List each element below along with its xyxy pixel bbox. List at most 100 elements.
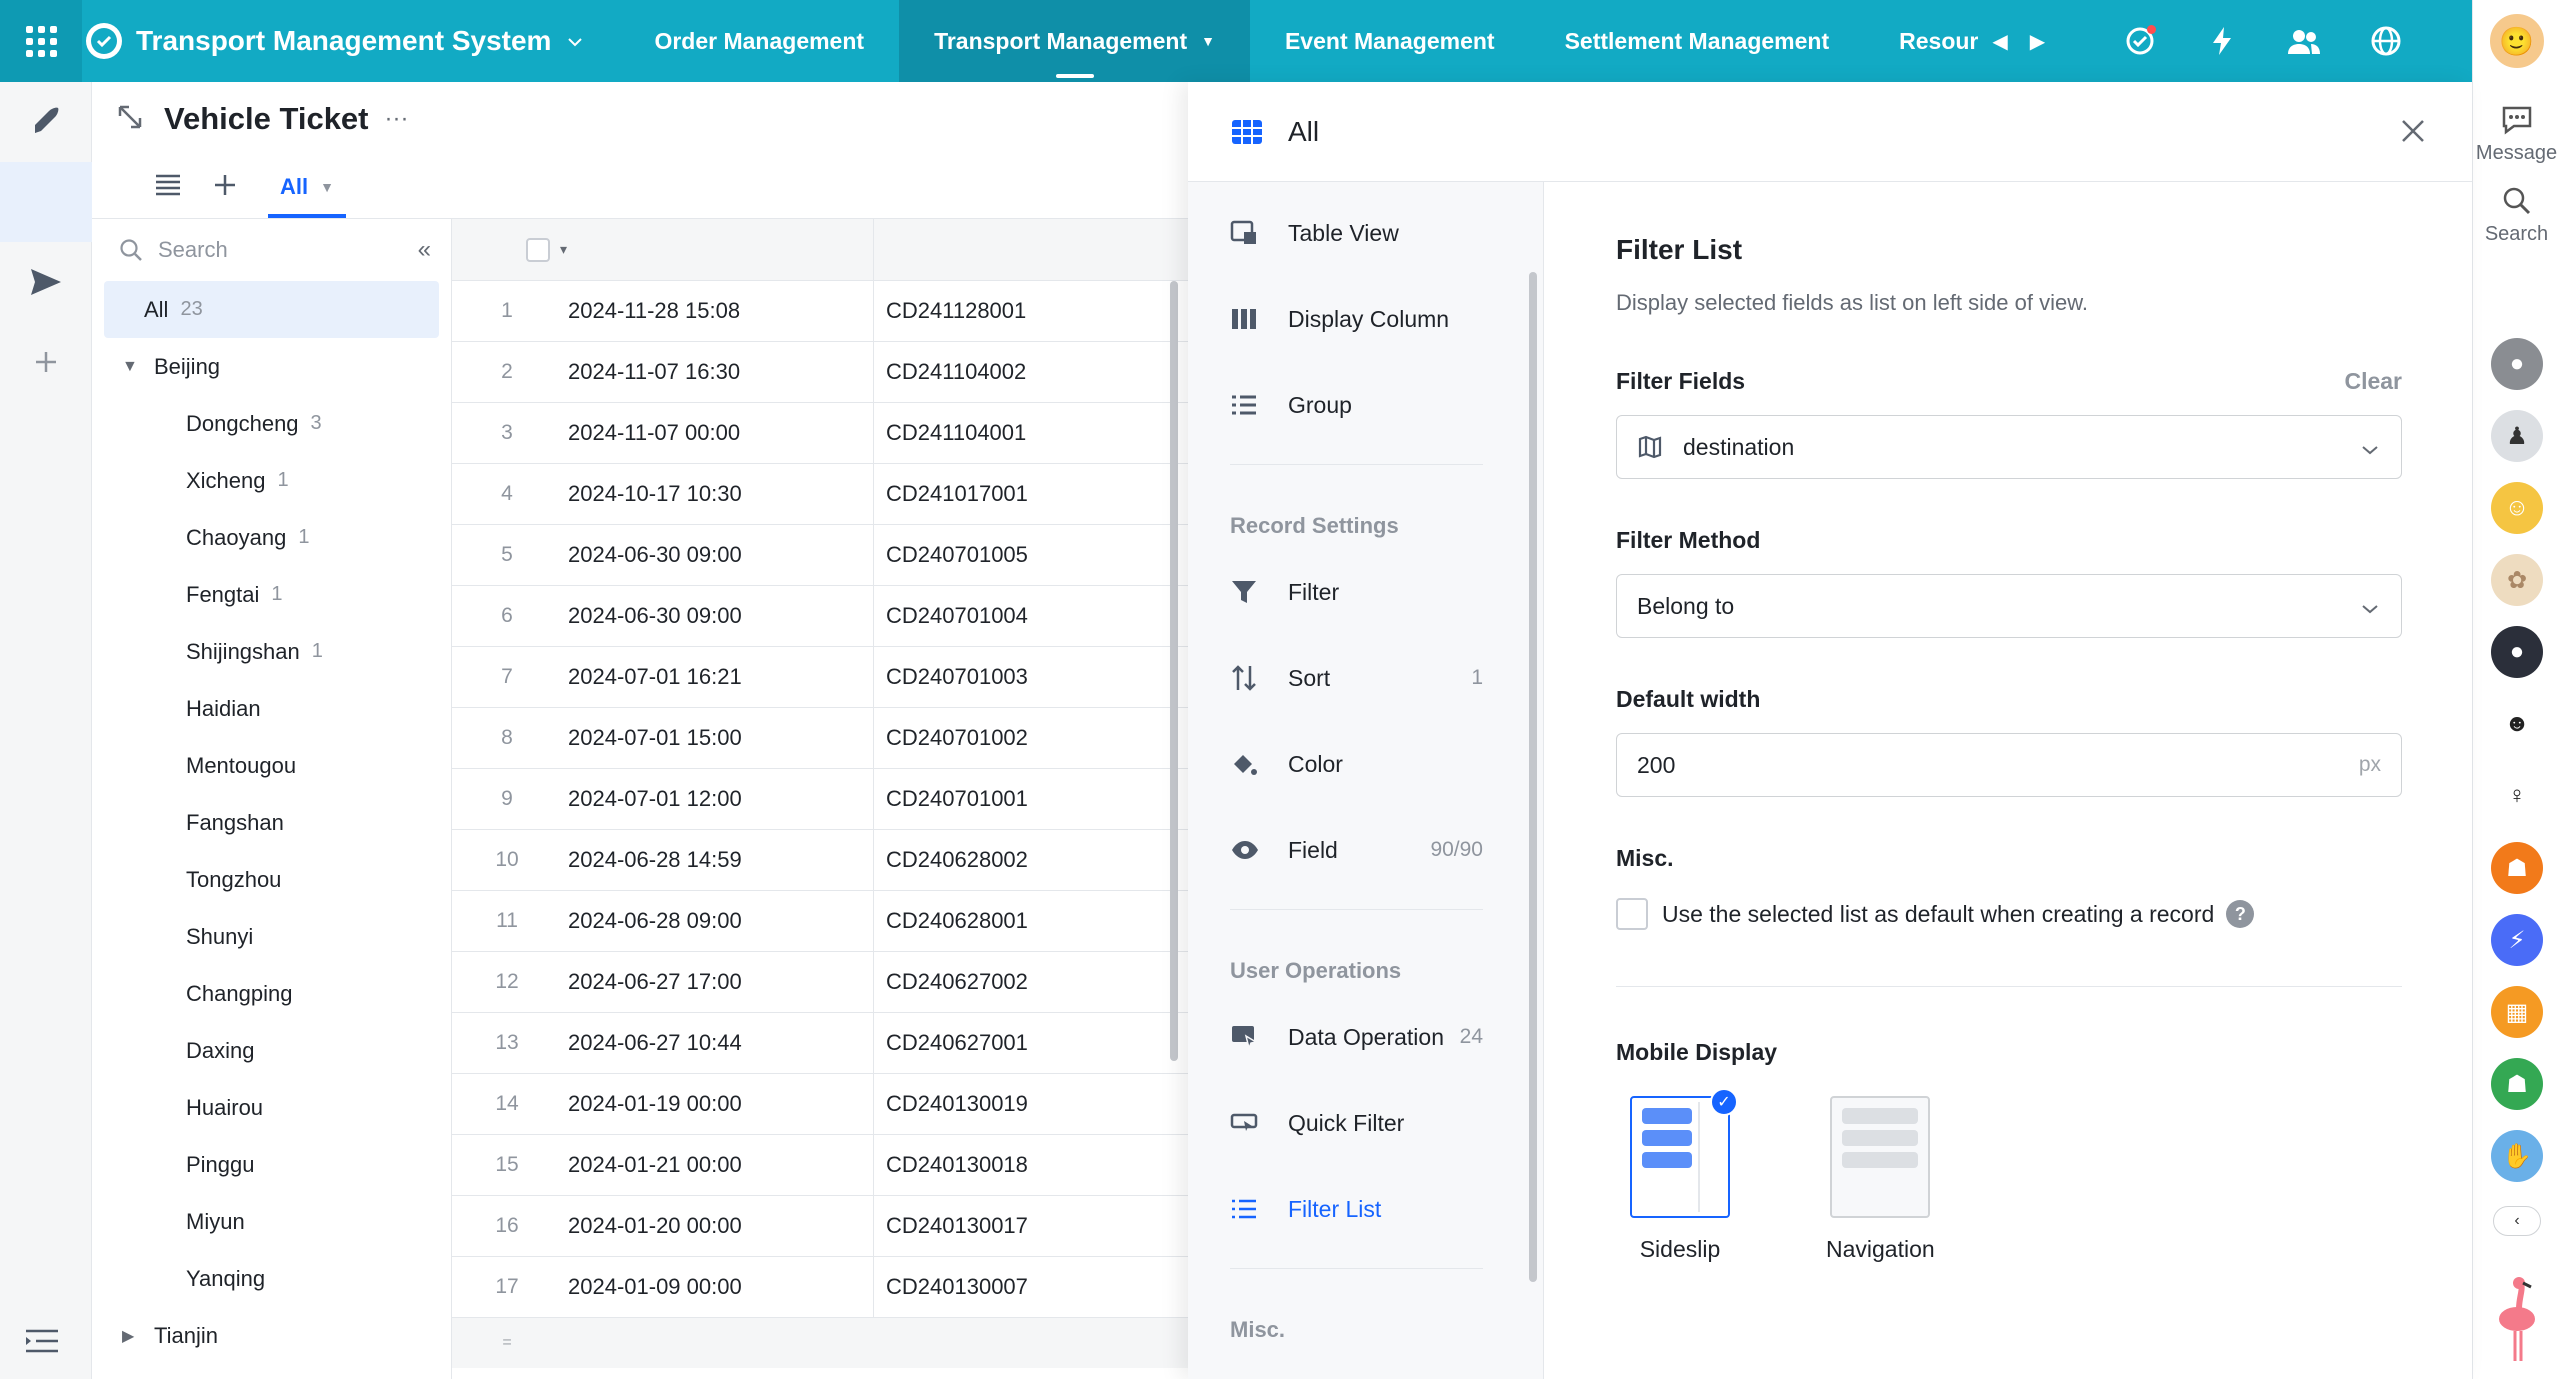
- tree-item[interactable]: Changping: [92, 965, 451, 1022]
- tree-item[interactable]: Haidian: [92, 680, 451, 737]
- tree-item[interactable]: Shunyi: [92, 908, 451, 965]
- selected-nav-slot[interactable]: [0, 162, 92, 242]
- tree-item[interactable]: Tongzhou: [92, 851, 451, 908]
- filter-method-select[interactable]: Belong to: [1616, 574, 2402, 638]
- mobile-option-sideslip[interactable]: ✓ Sideslip: [1630, 1088, 1738, 1263]
- caret-right-icon[interactable]: ▶: [2030, 29, 2045, 54]
- summary-icon[interactable]: =: [452, 1334, 562, 1352]
- app-avatar[interactable]: ●: [2491, 626, 2543, 678]
- nav-filter[interactable]: Filter: [1188, 549, 1543, 635]
- nav-quick-filter[interactable]: Quick Filter: [1188, 1080, 1543, 1166]
- tree-item[interactable]: Pinggu: [92, 1136, 451, 1193]
- tree-group-tianjin[interactable]: ▶ Tianjin: [92, 1307, 451, 1364]
- app-launcher-button[interactable]: [0, 0, 82, 82]
- table-row[interactable]: 4 2024-10-17 10:30 CD241017001: [452, 464, 1188, 525]
- rocket-nav-button[interactable]: [0, 82, 92, 162]
- table-row[interactable]: 10 2024-06-28 14:59 CD240628002: [452, 830, 1188, 891]
- table-row[interactable]: 2 2024-11-07 16:30 CD241104002: [452, 342, 1188, 403]
- app-avatar[interactable]: ✋: [2491, 1130, 2543, 1182]
- caret-left-icon[interactable]: ◀: [1992, 29, 2007, 54]
- table-row[interactable]: 15 2024-01-21 00:00 CD240130018: [452, 1135, 1188, 1196]
- add-nav-button[interactable]: [0, 322, 92, 402]
- tree-item[interactable]: Miyun: [92, 1193, 451, 1250]
- table-row[interactable]: 17 2024-01-09 00:00 CD240130007: [452, 1257, 1188, 1318]
- tree-group-beijing[interactable]: ▼ Beijing: [92, 338, 451, 395]
- tree-item[interactable]: Shijingshan 1: [92, 623, 451, 680]
- grid-app-icon[interactable]: ▦: [2491, 986, 2543, 1038]
- table-row[interactable]: 3 2024-11-07 00:00 CD241104001: [452, 403, 1188, 464]
- nav-data-operation[interactable]: Data Operation 24: [1188, 994, 1543, 1080]
- tab-all[interactable]: All ▼: [268, 156, 346, 218]
- group-app-icon[interactable]: ☗: [2491, 842, 2543, 894]
- tree-item[interactable]: Fengtai 1: [92, 566, 451, 623]
- app-avatar[interactable]: ♀: [2491, 770, 2543, 822]
- caret-down-icon[interactable]: ▼: [122, 358, 154, 376]
- table-row[interactable]: 14 2024-01-19 00:00 CD240130019: [452, 1074, 1188, 1135]
- mobile-option-navigation[interactable]: Navigation: [1826, 1096, 1935, 1263]
- app-switcher[interactable]: Transport Management System: [82, 0, 583, 82]
- nav-sort[interactable]: Sort 1: [1188, 635, 1543, 721]
- tree-item-all[interactable]: All 23: [104, 281, 439, 338]
- nav-settlement-management[interactable]: Settlement Management: [1530, 0, 1865, 82]
- chevron-down-icon[interactable]: ▾: [560, 241, 567, 258]
- add-view-icon[interactable]: [212, 172, 238, 203]
- rail-collapse-button[interactable]: ‹: [2493, 1206, 2541, 1236]
- nav-display-column[interactable]: Display Column: [1188, 276, 1543, 362]
- table-scrollbar[interactable]: [1170, 281, 1178, 1061]
- panel-nav-scrollbar[interactable]: [1529, 272, 1537, 1282]
- collapse-left-icon[interactable]: «: [418, 236, 431, 264]
- tree-item[interactable]: Mentougou: [92, 737, 451, 794]
- table-row[interactable]: 9 2024-07-01 12:00 CD240701001: [452, 769, 1188, 830]
- task-check-icon[interactable]: [2122, 23, 2158, 59]
- tree-search[interactable]: Search «: [92, 219, 451, 281]
- tree-item[interactable]: Chaoyang 1: [92, 509, 451, 566]
- tree-item[interactable]: Daxing: [92, 1022, 451, 1079]
- help-icon[interactable]: ?: [2226, 900, 2255, 928]
- column-header[interactable]: [874, 219, 1188, 280]
- nav-color[interactable]: Color: [1188, 721, 1543, 807]
- lightning-icon[interactable]: [2204, 23, 2240, 59]
- table-row[interactable]: 7 2024-07-01 16:21 CD240701003: [452, 647, 1188, 708]
- nav-order-management[interactable]: Order Management: [619, 0, 899, 82]
- globe-icon[interactable]: [2368, 23, 2404, 59]
- user-avatar[interactable]: 🙂: [2486, 11, 2547, 71]
- default-width-input[interactable]: 200 px: [1616, 733, 2402, 797]
- table-row[interactable]: 11 2024-06-28 09:00 CD240628001: [452, 891, 1188, 952]
- message-button[interactable]: Message: [2473, 104, 2560, 165]
- app-avatar[interactable]: ☺: [2491, 482, 2543, 534]
- caret-down-icon[interactable]: ▼: [320, 179, 334, 195]
- tree-item[interactable]: Dongcheng 3: [92, 395, 451, 452]
- menu-toggle-button[interactable]: [24, 1328, 60, 1359]
- team-app-icon[interactable]: ☗: [2491, 1058, 2543, 1110]
- tree-item[interactable]: Yanqing: [92, 1250, 451, 1307]
- table-row[interactable]: 6 2024-06-30 09:00 CD240701004: [452, 586, 1188, 647]
- table-row[interactable]: 5 2024-06-30 09:00 CD240701005: [452, 525, 1188, 586]
- table-row[interactable]: 16 2024-01-20 00:00 CD240130017: [452, 1196, 1188, 1257]
- app-avatar[interactable]: ✿: [2491, 554, 2543, 606]
- table-row[interactable]: 8 2024-07-01 15:00 CD240701002: [452, 708, 1188, 769]
- app-avatar[interactable]: ●: [2491, 338, 2543, 390]
- tree-item[interactable]: Fangshan: [92, 794, 451, 851]
- app-avatar[interactable]: ☻: [2491, 698, 2543, 750]
- app-avatar[interactable]: ♟: [2491, 410, 2543, 462]
- clear-button[interactable]: Clear: [2344, 368, 2402, 395]
- nav-table-view[interactable]: Table View: [1188, 190, 1543, 276]
- table-row[interactable]: 12 2024-06-27 17:00 CD240627002: [452, 952, 1188, 1013]
- table-row[interactable]: 1 2024-11-28 15:08 CD241128001: [452, 281, 1188, 342]
- tree-item[interactable]: Xicheng 1: [92, 452, 451, 509]
- search-button[interactable]: Search: [2473, 185, 2560, 246]
- lightning-app-icon[interactable]: ⚡: [2491, 914, 2543, 966]
- list-icon[interactable]: [154, 173, 182, 202]
- nav-filter-list[interactable]: Filter List: [1188, 1166, 1543, 1252]
- more-icon[interactable]: ···: [385, 105, 409, 133]
- expand-icon[interactable]: [116, 103, 144, 136]
- caret-right-icon[interactable]: ▶: [122, 1326, 154, 1346]
- select-all-checkbox[interactable]: [526, 237, 550, 262]
- people-icon[interactable]: [2286, 23, 2322, 59]
- nav-group[interactable]: Group: [1188, 362, 1543, 448]
- nav-resource[interactable]: Resour: [1864, 0, 1988, 82]
- tree-item[interactable]: Huairou: [92, 1079, 451, 1136]
- nav-event-management[interactable]: Event Management: [1250, 0, 1530, 82]
- default-list-checkbox[interactable]: [1616, 898, 1648, 930]
- filter-field-select[interactable]: destination: [1616, 415, 2402, 479]
